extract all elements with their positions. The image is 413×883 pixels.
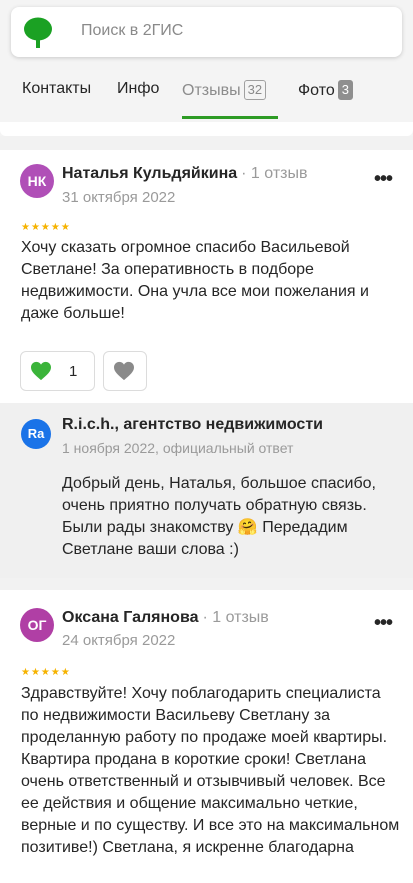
- avatar[interactable]: ОГ: [20, 608, 54, 642]
- top-bar: Поиск в 2ГИС Контакты Инфо Отзывы 32 Фото…: [0, 0, 413, 136]
- avatar[interactable]: НК: [20, 164, 54, 198]
- author-review-count: · 1 отзыв: [241, 165, 308, 182]
- review-author[interactable]: Наталья Кульдяйкина · 1 отзыв: [62, 165, 307, 183]
- tab-bar: Контакты Инфо Отзывы 32 Фото 3: [0, 72, 413, 122]
- reply-author-name[interactable]: R.i.c.h., агентство недвижимости: [62, 416, 323, 434]
- react-button[interactable]: [103, 351, 147, 391]
- tab-contacts[interactable]: Контакты: [22, 80, 91, 98]
- heart-icon: [114, 361, 134, 381]
- green-heart-icon: [31, 361, 51, 381]
- 2gis-logo-icon: [24, 17, 52, 48]
- tab-info[interactable]: Инфо: [117, 80, 159, 98]
- search-input[interactable]: Поиск в 2ГИС: [81, 22, 183, 40]
- tab-label: Фото: [298, 82, 335, 99]
- author-name: Оксана Галянова: [62, 609, 199, 626]
- author-name: Наталья Кульдяйкина: [62, 165, 238, 182]
- rating-stars: ★★★★★: [21, 667, 71, 678]
- tab-photos[interactable]: Фото 3: [298, 80, 353, 100]
- tab-label: Контакты: [22, 80, 92, 97]
- review-date: 24 октября 2022: [62, 632, 176, 649]
- more-options-icon[interactable]: •••: [374, 168, 393, 191]
- rating-stars: ★★★★★: [21, 222, 71, 233]
- separator: [0, 578, 413, 590]
- author-review-count: · 1 отзыв: [202, 609, 269, 626]
- official-reply: Ra R.i.c.h., агентство недвижимости 1 но…: [0, 403, 413, 578]
- active-tab-indicator: [182, 116, 278, 119]
- card-bottom-edge: [0, 122, 413, 136]
- reply-avatar[interactable]: Ra: [21, 419, 51, 449]
- reply-date: 1 ноября 2022, официальный ответ: [62, 440, 294, 456]
- review-card: ОГ Оксана Галянова · 1 отзыв 24 октября 2…: [0, 590, 413, 883]
- reply-text: Добрый день, Наталья, большое спасибо, о…: [62, 475, 376, 558]
- tab-label: Отзывы: [182, 82, 241, 99]
- tab-reviews[interactable]: Отзывы 32: [182, 80, 267, 100]
- review-text: Хочу сказать огромное спасибо Васильевой…: [21, 239, 369, 322]
- tab-count-badge: 32: [243, 80, 267, 100]
- like-count: 1: [69, 363, 78, 380]
- review-card: НК Наталья Кульдяйкина · 1 отзыв 31 октяб…: [0, 150, 413, 403]
- like-button[interactable]: 1: [20, 351, 95, 391]
- review-author[interactable]: Оксана Галянова · 1 отзыв: [62, 609, 269, 627]
- review-date: 31 октября 2022: [62, 189, 176, 206]
- more-options-icon[interactable]: •••: [374, 612, 393, 635]
- review-text: Здравствуйте! Хочу поблагодарить специал…: [21, 685, 400, 856]
- tab-label: Инфо: [117, 80, 160, 97]
- search-bar[interactable]: Поиск в 2ГИС: [11, 7, 402, 57]
- tab-count-badge: 3: [337, 80, 353, 100]
